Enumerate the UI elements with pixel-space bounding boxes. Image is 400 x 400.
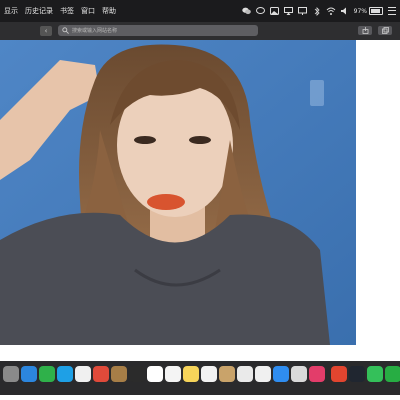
- back-button[interactable]: ‹: [40, 26, 52, 36]
- music-icon[interactable]: [201, 366, 217, 382]
- tabs-button[interactable]: [378, 26, 392, 35]
- menu-bookmarks[interactable]: 书签: [60, 6, 74, 16]
- finder-icon[interactable]: [129, 366, 145, 382]
- browser-toolbar: ‹ 搜索或输入网站名称: [0, 22, 400, 40]
- wechat-icon[interactable]: [39, 366, 55, 382]
- menu-window[interactable]: 窗口: [81, 6, 95, 16]
- screenshot-icon[interactable]: [291, 366, 307, 382]
- calendar-icon[interactable]: [147, 366, 163, 382]
- share-icon: [362, 27, 368, 34]
- wechat-icon[interactable]: [242, 6, 252, 16]
- reminders-icon[interactable]: [165, 366, 181, 382]
- safari-icon[interactable]: [21, 366, 37, 382]
- photos-icon[interactable]: [75, 366, 91, 382]
- search-icon: [62, 27, 69, 34]
- chrome-icon[interactable]: [93, 366, 109, 382]
- search-placeholder: 搜索或输入网站名称: [72, 28, 118, 34]
- volume-icon[interactable]: [340, 6, 350, 16]
- menu-view[interactable]: 显示: [4, 6, 18, 16]
- notes-icon[interactable]: [183, 366, 199, 382]
- wifi-icon[interactable]: [326, 6, 336, 16]
- status-area: 97%: [242, 0, 400, 22]
- app-store-icon[interactable]: [273, 366, 289, 382]
- battery-percent: 97%: [353, 7, 367, 15]
- tabs-icon: [381, 27, 389, 34]
- share-button[interactable]: [358, 26, 372, 35]
- photo: [0, 40, 356, 345]
- address-bar[interactable]: 搜索或输入网站名称: [58, 25, 258, 36]
- messages-icon[interactable]: [256, 6, 266, 16]
- launchpad-icon[interactable]: [3, 366, 19, 382]
- menu-help[interactable]: 帮助: [102, 6, 116, 16]
- bluetooth-icon[interactable]: [312, 6, 322, 16]
- qq-icon[interactable]: [57, 366, 73, 382]
- app-store-grid-icon[interactable]: [237, 366, 253, 382]
- tomato-icon[interactable]: [331, 366, 347, 382]
- itunes-icon[interactable]: [309, 366, 325, 382]
- notes-app-icon[interactable]: [111, 366, 127, 382]
- battery-icon[interactable]: [369, 7, 383, 15]
- airplay-icon[interactable]: [284, 6, 294, 16]
- menu-list-icon[interactable]: [388, 7, 396, 15]
- messages-icon[interactable]: [367, 366, 383, 382]
- wechat-work-icon[interactable]: [385, 366, 400, 382]
- menu-bar: 显示 历史记录 书签 窗口 帮助 97%: [0, 0, 400, 22]
- photos-icon[interactable]: [270, 6, 280, 16]
- monitor-icon[interactable]: [298, 6, 308, 16]
- pages-icon[interactable]: [255, 366, 271, 382]
- chevron-left-icon: ‹: [44, 27, 48, 35]
- dock: [0, 345, 400, 400]
- menu-history[interactable]: 历史记录: [25, 6, 53, 16]
- quicktime-icon[interactable]: [349, 366, 365, 382]
- contacts-icon[interactable]: [219, 366, 235, 382]
